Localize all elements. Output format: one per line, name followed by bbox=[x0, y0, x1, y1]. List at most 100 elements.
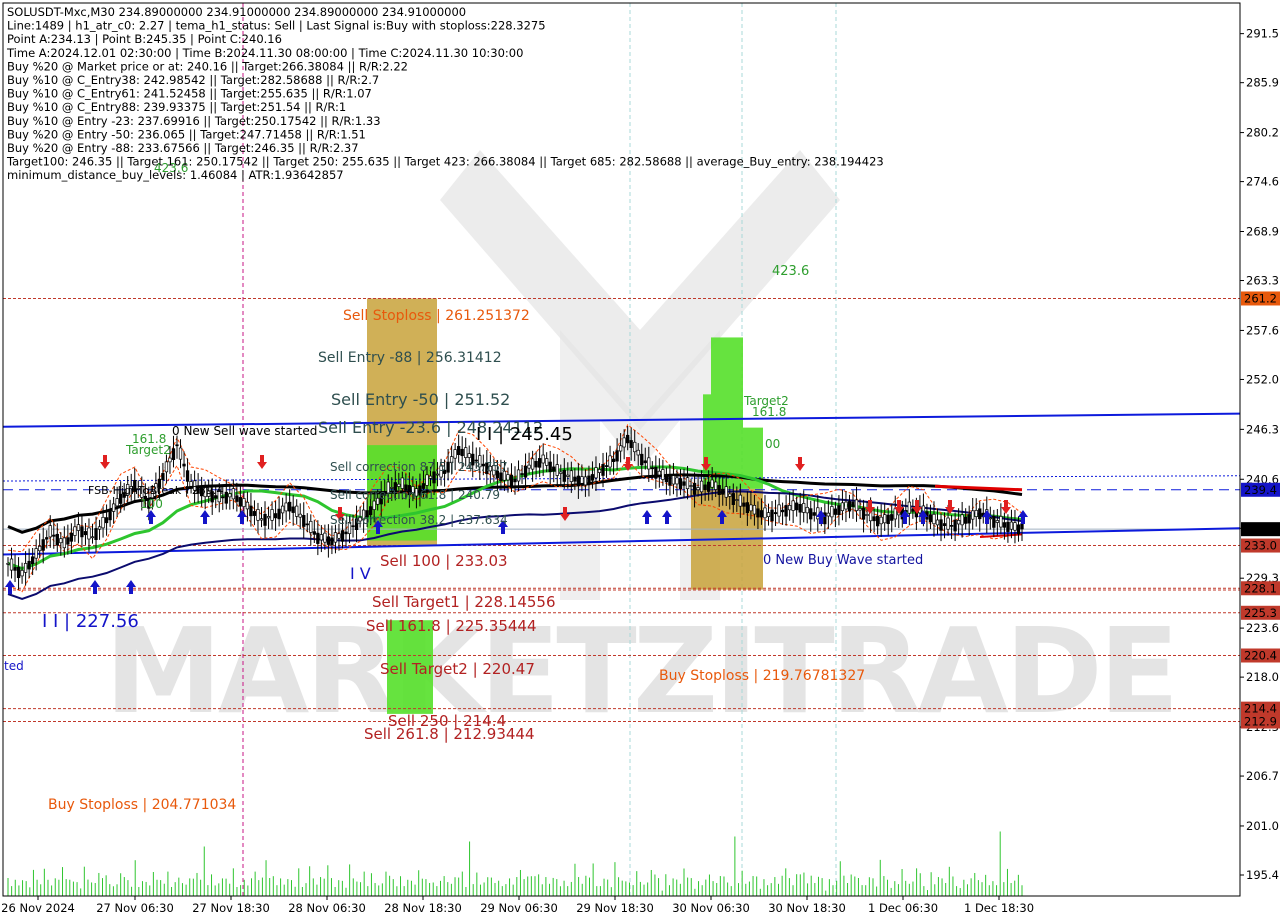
candle-body bbox=[45, 537, 49, 540]
y-tick-label: 263.3 bbox=[1246, 274, 1279, 288]
y-tick-label: 252.0 bbox=[1246, 372, 1279, 386]
annotation-label: 161.8 bbox=[752, 405, 786, 419]
y-tick-label: 223.6 bbox=[1246, 621, 1279, 635]
candle-body bbox=[52, 534, 56, 537]
candle-body bbox=[467, 453, 471, 458]
candle-body bbox=[545, 458, 549, 466]
candle-body bbox=[323, 532, 327, 543]
candle-body bbox=[626, 434, 630, 444]
candle-body bbox=[164, 461, 169, 473]
candle-body bbox=[263, 513, 267, 526]
x-tick-label: 29 Nov 06:30 bbox=[480, 901, 558, 915]
price-tag-label: 220.4 bbox=[1244, 649, 1277, 663]
y-tick-label: 280.2 bbox=[1246, 126, 1279, 140]
candle-body bbox=[664, 475, 669, 483]
candle-body bbox=[826, 512, 831, 517]
candle-body bbox=[636, 449, 640, 456]
candle-body bbox=[633, 441, 637, 453]
price-tag-label: 261.2 bbox=[1244, 291, 1277, 305]
candle-body bbox=[537, 458, 542, 468]
annotation-label: I I | 227.56 bbox=[42, 611, 139, 632]
candle-body bbox=[745, 502, 750, 514]
candle-body bbox=[654, 466, 658, 479]
candle-body bbox=[499, 472, 503, 481]
candle-body bbox=[252, 511, 257, 516]
price-chart[interactable]: MARKETZITRADE 423.6423.6161.8Target2Targ… bbox=[0, 0, 1280, 920]
candle-body bbox=[629, 440, 633, 448]
candle-body bbox=[457, 446, 461, 456]
candle-body bbox=[337, 533, 341, 539]
candle-body bbox=[523, 465, 528, 478]
candle-body bbox=[699, 480, 704, 493]
candle-body bbox=[1009, 521, 1014, 530]
candle-body bbox=[291, 506, 295, 513]
candle-body bbox=[259, 518, 264, 521]
candle-body bbox=[238, 497, 243, 507]
candle-body bbox=[115, 498, 119, 507]
candle-body bbox=[111, 503, 116, 512]
candle-body bbox=[618, 445, 623, 452]
candle-body bbox=[245, 501, 250, 510]
candle-body bbox=[20, 570, 24, 577]
candle-body bbox=[773, 512, 778, 515]
candle-body bbox=[509, 474, 514, 486]
candle-body bbox=[340, 530, 345, 542]
candle-body bbox=[41, 539, 45, 551]
candle-body bbox=[326, 536, 331, 545]
candle-body bbox=[242, 498, 246, 507]
candle-body bbox=[594, 467, 598, 479]
annotation-label: Sell 261.8 | 212.93444 bbox=[364, 725, 535, 743]
candle-body bbox=[178, 447, 183, 460]
candle-body bbox=[59, 538, 63, 544]
candle-body bbox=[844, 501, 848, 510]
x-tick-label: 28 Nov 18:30 bbox=[384, 901, 462, 915]
candle-body bbox=[956, 520, 961, 525]
candle-body bbox=[69, 532, 74, 542]
candle-body bbox=[38, 545, 42, 552]
candle-body bbox=[161, 473, 165, 481]
candle-body bbox=[812, 512, 816, 516]
candle-body bbox=[615, 450, 619, 462]
candle-body bbox=[221, 496, 225, 499]
candle-body bbox=[999, 516, 1003, 528]
candle-body bbox=[27, 560, 31, 570]
price-tag-label: 234.9 bbox=[1244, 522, 1277, 536]
x-tick-label: 27 Nov 06:30 bbox=[96, 901, 174, 915]
candle-body bbox=[992, 515, 996, 528]
candle-body bbox=[837, 505, 841, 515]
candle-body bbox=[1016, 524, 1021, 535]
annotation-label: Sell Entry -88 | 256.31412 bbox=[318, 350, 502, 366]
candle-body bbox=[590, 474, 595, 481]
candle-body bbox=[710, 479, 714, 488]
candle-body bbox=[787, 505, 792, 511]
candle-body bbox=[30, 556, 35, 565]
candle-body bbox=[62, 537, 66, 549]
candle-body bbox=[675, 477, 679, 485]
candle-body bbox=[569, 470, 573, 482]
y-tick-label: 218.0 bbox=[1246, 670, 1279, 684]
candle-body bbox=[974, 509, 978, 517]
y-tick-label: 291.5 bbox=[1246, 27, 1279, 41]
candle-body bbox=[80, 526, 84, 538]
candle-body bbox=[101, 516, 105, 529]
candle-body bbox=[731, 493, 735, 505]
candle-body bbox=[453, 449, 457, 459]
candle-body bbox=[763, 507, 767, 519]
annotation-label: Sell correction 87.5 | 243.757 bbox=[330, 460, 508, 474]
candle-body bbox=[228, 493, 232, 498]
candle-body bbox=[316, 532, 320, 544]
candle-body bbox=[16, 566, 21, 579]
candle-body bbox=[302, 515, 306, 527]
price-tag-label: 233.0 bbox=[1244, 539, 1277, 553]
candle-body bbox=[1006, 521, 1010, 532]
annotation-label: Buy Stoploss | 219.76781327 bbox=[659, 668, 865, 684]
price-tag-label: 239.4 bbox=[1244, 483, 1277, 497]
candle-body bbox=[76, 524, 81, 531]
candle-body bbox=[280, 505, 285, 514]
candle-body bbox=[333, 532, 338, 543]
info-line: Line:1489 | h1_atr_c0: 2.27 | tema_h1_st… bbox=[7, 19, 546, 33]
candle-body bbox=[830, 506, 834, 518]
candle-body bbox=[682, 481, 686, 486]
candle-body bbox=[678, 478, 683, 490]
candle-body bbox=[858, 508, 862, 511]
